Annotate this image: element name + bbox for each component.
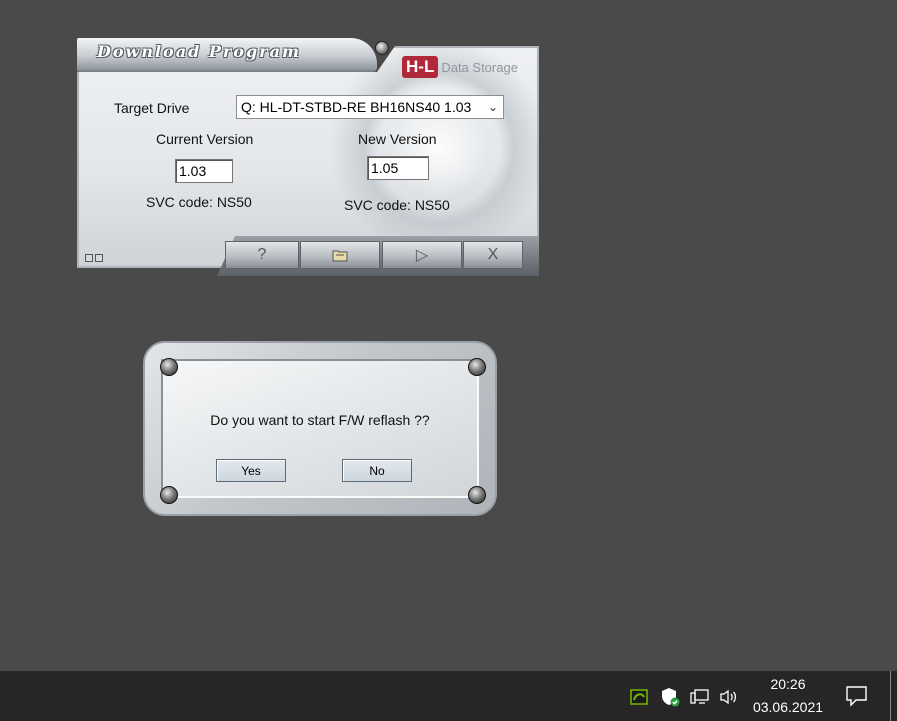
security-shield-icon[interactable] [660, 687, 680, 707]
help-button[interactable]: ? [225, 241, 299, 269]
notification-icon[interactable] [845, 685, 869, 707]
logo-text: Data Storage [441, 59, 518, 75]
new-version-label: New Version [358, 131, 437, 147]
question-icon: ? [257, 246, 267, 263]
target-drive-value: Q: HL-DT-STBD-RE BH16NS40 1.03 [241, 99, 472, 115]
current-version-field[interactable]: 1.03 [175, 159, 233, 183]
start-button[interactable]: ▷ [382, 241, 462, 269]
clock-time[interactable]: 20:26 [752, 676, 824, 692]
dialog-panel [161, 359, 479, 498]
window-mode-icons[interactable] [85, 254, 103, 262]
clock-date[interactable]: 03.06.2021 [748, 699, 828, 715]
open-file-button[interactable] [300, 241, 380, 269]
play-icon: ▷ [415, 247, 429, 264]
nvidia-icon[interactable] [629, 687, 649, 707]
mini-window-icon[interactable] [85, 254, 93, 262]
screw-icon [468, 486, 486, 504]
exit-button[interactable]: X [463, 241, 523, 269]
current-version-label: Current Version [156, 131, 254, 147]
title-bar[interactable]: Download Program [77, 38, 377, 72]
show-desktop-button[interactable] [890, 671, 891, 721]
mini-window-icon-2[interactable] [95, 254, 103, 262]
target-drive-select[interactable]: Q: HL-DT-STBD-RE BH16NS40 1.03 ⌄ [236, 95, 504, 119]
volume-icon[interactable] [719, 687, 739, 707]
new-svc-code: SVC code: NS50 [344, 197, 450, 213]
close-icon: X [487, 246, 499, 263]
dialog-message: Do you want to start F/W reflash ?? [210, 412, 430, 428]
new-version-field[interactable]: 1.05 [367, 156, 429, 180]
download-program-window: Download Program H-L Data Storage Target… [77, 38, 539, 276]
chevron-down-icon[interactable]: ⌄ [488, 96, 498, 118]
yes-button[interactable]: Yes [216, 459, 286, 482]
current-svc-code: SVC code: NS50 [146, 194, 252, 210]
logo-mark: H-L [402, 56, 439, 78]
target-drive-label: Target Drive [114, 100, 190, 116]
hl-data-storage-logo: H-L Data Storage [402, 56, 518, 78]
window-knob-icon [375, 41, 389, 55]
no-button[interactable]: No [342, 459, 412, 482]
screw-icon [160, 486, 178, 504]
network-icon[interactable] [690, 687, 710, 707]
taskbar: 20:26 03.06.2021 [0, 671, 897, 721]
screw-icon [468, 358, 486, 376]
folder-icon [332, 250, 348, 262]
window-body [77, 46, 539, 268]
window-title: Download Program [97, 42, 301, 61]
screw-icon [160, 358, 178, 376]
reflash-confirm-dialog: Do you want to start F/W reflash ?? Yes … [143, 341, 497, 516]
